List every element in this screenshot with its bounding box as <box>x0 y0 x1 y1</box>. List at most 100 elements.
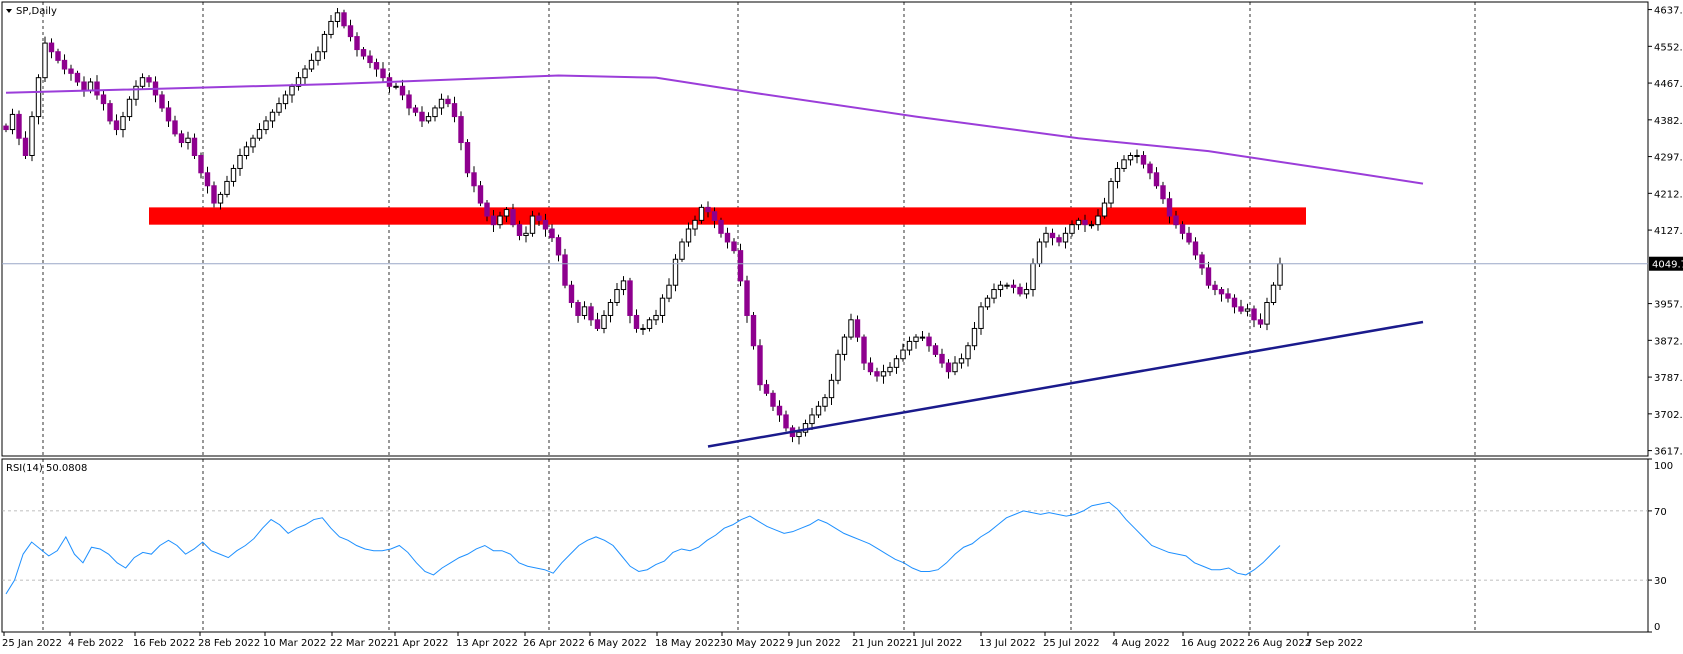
candle-body <box>276 103 282 113</box>
candle-body <box>1127 154 1134 161</box>
date-tick-label: 22 Mar 2022 <box>330 638 393 649</box>
candle-body <box>841 336 848 355</box>
candle-body <box>971 327 978 347</box>
symbol-label: SP,Daily <box>16 6 57 17</box>
candle-body <box>256 129 263 139</box>
candle-body <box>321 33 328 53</box>
candle-body <box>360 49 367 57</box>
candle-body <box>516 224 523 236</box>
candle-body <box>451 103 458 118</box>
candle-body <box>978 306 984 329</box>
candle-body <box>1121 159 1127 169</box>
candle-body <box>1251 308 1257 321</box>
candle-body <box>523 232 529 236</box>
candle-body <box>315 51 321 61</box>
candle-body <box>178 133 185 144</box>
candle-body <box>822 397 828 407</box>
candle-body <box>107 103 113 122</box>
candle-body <box>796 431 802 438</box>
candle-body <box>55 51 61 61</box>
candle-body <box>503 209 510 217</box>
candle-body <box>61 59 68 70</box>
candle-body <box>230 167 237 182</box>
candle-body <box>484 202 490 217</box>
candle-body <box>1049 232 1056 239</box>
candle-body <box>783 414 789 429</box>
candle-body <box>146 77 152 83</box>
date-tick-label: 9 Jun 2022 <box>787 638 841 649</box>
resistance-zone-rect <box>149 207 1306 225</box>
candle-body <box>575 302 581 316</box>
candle-body <box>874 371 880 377</box>
candle-body <box>1062 232 1069 243</box>
candle-body <box>250 137 256 148</box>
candle-body <box>685 228 692 243</box>
candle-body <box>731 241 737 252</box>
date-tick-label: 7 Sep 2022 <box>1306 638 1363 649</box>
date-tick-label: 26 Aug 2022 <box>1247 638 1311 649</box>
candle-body <box>308 59 315 70</box>
rsi-axis: 100 70 30 0 <box>1648 458 1673 633</box>
price-tick-label: 4212.5 <box>1654 189 1683 200</box>
candle-body <box>763 384 770 394</box>
candle-body <box>1030 263 1036 291</box>
candle-body <box>718 219 724 234</box>
candle-body <box>1095 215 1101 226</box>
rsi-pane <box>1 458 1649 633</box>
price-tick-label: 3872.5 <box>1654 336 1683 347</box>
candle-body <box>1082 219 1088 226</box>
candle-body <box>399 85 406 96</box>
candle-body <box>133 85 139 100</box>
candle-body <box>1010 284 1017 288</box>
candle-body <box>991 289 997 299</box>
candle-body <box>939 353 945 364</box>
candle-body <box>1069 224 1075 234</box>
candle-body <box>120 116 126 131</box>
candle-body <box>809 414 815 425</box>
candle-body <box>1264 302 1270 325</box>
candle-body <box>419 111 425 122</box>
candle-body <box>861 336 867 364</box>
candle-body <box>887 366 893 373</box>
candle-body <box>711 211 718 221</box>
candle-body <box>594 319 601 329</box>
candle-body <box>913 336 919 342</box>
candle-body <box>633 314 640 329</box>
candle-body <box>900 349 906 360</box>
date-tick-label: 25 Jan 2022 <box>2 638 62 649</box>
candle-body <box>87 81 94 92</box>
candle-body <box>334 12 341 22</box>
candle-body <box>1004 284 1010 287</box>
candle-body <box>269 111 276 122</box>
candle-body <box>341 12 347 27</box>
candle-body <box>1108 180 1114 204</box>
candle-body <box>438 98 445 109</box>
candle-body <box>828 379 835 399</box>
candle-body <box>1075 219 1082 226</box>
candle-body <box>1257 319 1264 325</box>
candle-body <box>1160 185 1166 200</box>
candle-body <box>653 314 659 321</box>
candle-body <box>217 193 224 204</box>
date-tick-label: 4 Feb 2022 <box>68 638 124 649</box>
candle-body <box>1205 267 1212 286</box>
candle-body <box>510 209 516 226</box>
candle-body <box>412 107 419 113</box>
candle-body <box>328 20 334 35</box>
candle-body <box>1023 289 1030 295</box>
candle-body <box>477 185 484 204</box>
candle-body <box>1088 224 1095 227</box>
candle-body <box>1179 224 1186 234</box>
candle-body <box>393 85 399 88</box>
candle-body <box>568 284 575 304</box>
candle-body <box>724 232 731 243</box>
candle-body <box>601 314 607 329</box>
candle-body <box>1212 284 1218 291</box>
candle-body <box>906 340 913 351</box>
candle-body <box>542 219 549 230</box>
candle-body <box>198 154 204 174</box>
candle-body <box>1225 293 1231 299</box>
date-tick-label: 21 Jun 2022 <box>852 638 912 649</box>
candle-body <box>536 215 542 221</box>
candle-body <box>1153 172 1160 187</box>
